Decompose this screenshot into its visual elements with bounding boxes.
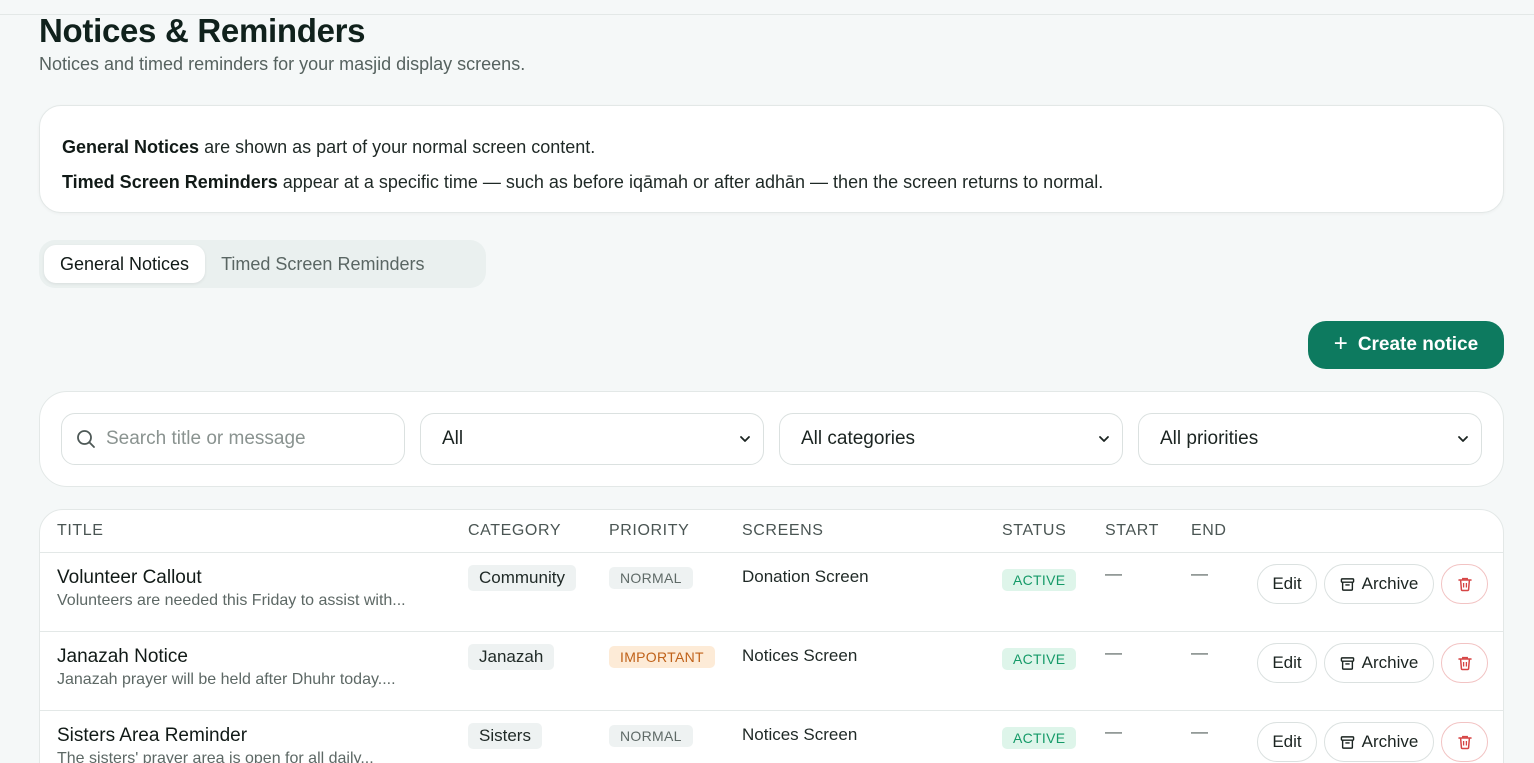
info-general-term: General Notices: [62, 137, 200, 157]
trash-icon: [1457, 656, 1472, 671]
trash-icon: [1457, 577, 1472, 592]
column-priority: PRIORITY: [609, 522, 690, 539]
category-select[interactable]: All categories: [779, 413, 1123, 465]
row-start: —: [1105, 564, 1122, 583]
row-message: Volunteers are needed this Friday to ass…: [57, 592, 406, 609]
table-row: Janazah Notice Janazah prayer will be he…: [40, 632, 1503, 711]
page-subtitle: Notices and timed reminders for your mas…: [39, 54, 526, 74]
archive-icon: [1340, 577, 1354, 591]
create-notice-label: Create notice: [1357, 334, 1479, 355]
row-screens: Notices Screen: [742, 646, 858, 665]
plus-icon: +: [1333, 330, 1348, 357]
priority-select-value: All priorities: [1160, 428, 1259, 449]
info-line-timed: Timed Screen Reminders appear at a speci…: [62, 165, 1481, 200]
notice-tabs: General Notices Timed Screen Reminders: [39, 240, 486, 288]
row-title: Sisters Area Reminder: [57, 725, 248, 746]
edit-button[interactable]: Edit: [1257, 564, 1317, 604]
tab-general-notices[interactable]: General Notices: [44, 245, 206, 283]
table-row: Volunteer Callout Volunteers are needed …: [40, 553, 1503, 632]
archive-icon: [1340, 656, 1354, 670]
row-start: —: [1105, 722, 1122, 741]
archive-label: Archive: [1361, 574, 1419, 593]
tab-timed-reminders[interactable]: Timed Screen Reminders: [205, 245, 440, 283]
archive-button[interactable]: Archive: [1324, 564, 1434, 604]
status-badge: ACTIVE: [1002, 569, 1077, 591]
status-select[interactable]: All: [420, 413, 764, 465]
info-timed-text: appear at a specific time — such as befo…: [277, 172, 1104, 192]
row-message: The sisters' prayer area is open for all…: [57, 750, 374, 763]
row-title: Volunteer Callout: [57, 567, 202, 588]
create-notice-button[interactable]: + Create notice: [1308, 321, 1504, 369]
row-end: —: [1191, 722, 1208, 741]
chevron-down-icon: [1458, 436, 1468, 442]
archive-label: Archive: [1361, 732, 1419, 751]
status-badge: ACTIVE: [1002, 648, 1077, 670]
priority-badge: NORMAL: [609, 567, 693, 589]
column-title: TITLE: [57, 522, 104, 539]
row-end: —: [1191, 643, 1208, 662]
priority-badge: IMPORTANT: [609, 646, 715, 668]
column-start: START: [1105, 522, 1159, 539]
priority-select[interactable]: All priorities: [1138, 413, 1482, 465]
edit-button[interactable]: Edit: [1257, 643, 1317, 683]
search-placeholder: Search title or message: [106, 428, 306, 449]
row-start: —: [1105, 643, 1122, 662]
delete-button[interactable]: [1441, 722, 1488, 762]
trash-icon: [1457, 735, 1472, 750]
category-pill: Community: [468, 565, 576, 591]
chevron-down-icon: [740, 436, 750, 442]
info-line-general: General Notices are shown as part of you…: [62, 130, 1481, 165]
info-timed-term: Timed Screen Reminders: [62, 172, 278, 192]
table-row: Sisters Area Reminder The sisters' praye…: [40, 711, 1503, 763]
archive-icon: [1340, 735, 1354, 749]
category-pill: Sisters: [468, 723, 542, 749]
column-status: STATUS: [1002, 522, 1067, 539]
search-input[interactable]: Search title or message: [61, 413, 405, 465]
archive-label: Archive: [1361, 653, 1419, 672]
edit-button[interactable]: Edit: [1257, 722, 1317, 762]
page-title: Notices & Reminders: [39, 12, 366, 49]
category-select-value: All categories: [801, 428, 916, 449]
row-screens: Donation Screen: [742, 567, 869, 586]
chevron-down-icon: [1099, 436, 1109, 442]
filter-bar: Search title or message All All categori…: [39, 391, 1504, 487]
info-card: General Notices are shown as part of you…: [39, 105, 1504, 213]
column-screens: SCREENS: [742, 522, 824, 539]
column-category: CATEGORY: [468, 522, 562, 539]
status-select-value: All: [442, 428, 464, 449]
row-message: Janazah prayer will be held after Dhuhr …: [57, 671, 396, 688]
status-badge: ACTIVE: [1002, 727, 1077, 749]
row-screens: Notices Screen: [742, 725, 858, 744]
archive-button[interactable]: Archive: [1324, 722, 1434, 762]
archive-button[interactable]: Archive: [1324, 643, 1434, 683]
priority-badge: NORMAL: [609, 725, 693, 747]
column-end: END: [1191, 522, 1227, 539]
info-general-text: are shown as part of your normal screen …: [199, 137, 596, 157]
notices-table: TITLE CATEGORY PRIORITY SCREENS STATUS S…: [39, 509, 1504, 763]
row-end: —: [1191, 564, 1208, 583]
category-pill: Janazah: [468, 644, 555, 670]
delete-button[interactable]: [1441, 564, 1488, 604]
delete-button[interactable]: [1441, 643, 1488, 683]
search-icon: [77, 430, 95, 448]
row-title: Janazah Notice: [57, 646, 188, 667]
table-header: TITLE CATEGORY PRIORITY SCREENS STATUS S…: [40, 510, 1503, 553]
